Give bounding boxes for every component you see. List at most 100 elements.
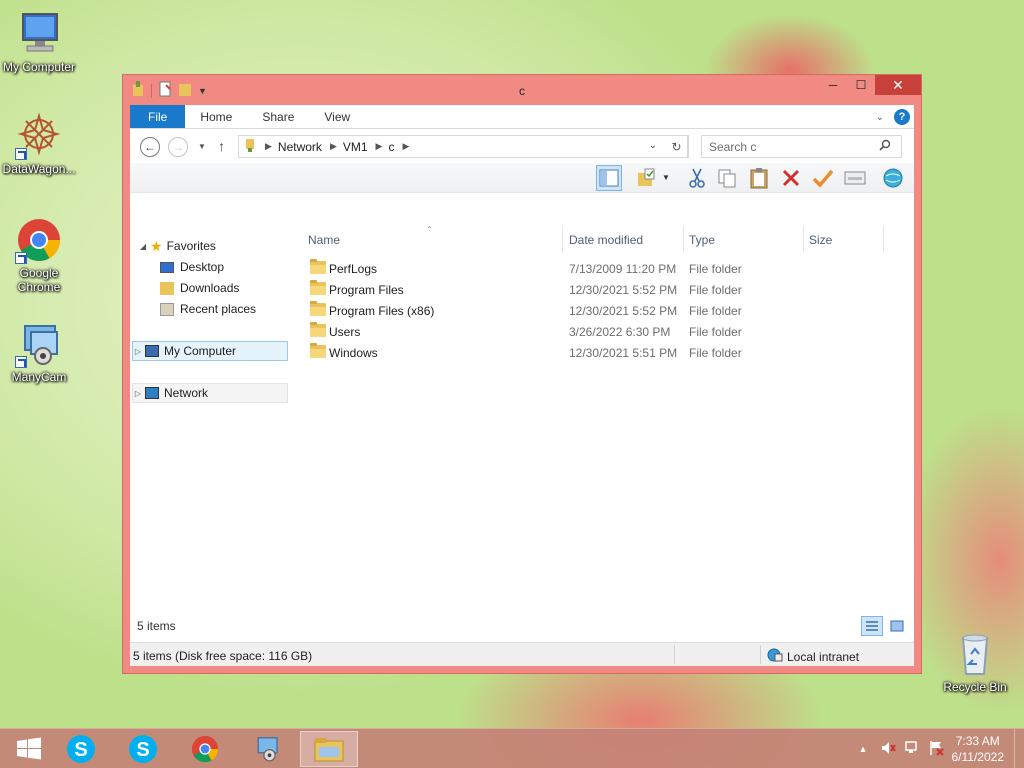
help-icon[interactable]: ? — [894, 109, 910, 125]
datawagon-icon — [15, 112, 63, 160]
svg-text:S: S — [136, 739, 149, 761]
taskbar-skype-1[interactable]: S — [52, 731, 110, 767]
column-divider[interactable] — [883, 226, 884, 252]
copy-button[interactable] — [714, 165, 740, 191]
search-icon[interactable] — [879, 139, 891, 154]
table-row[interactable]: PerfLogs 7/13/2009 11:20 PM File folder — [304, 258, 904, 279]
tree-recent-places[interactable]: Recent places — [160, 299, 256, 319]
desktop-icon-my-computer[interactable]: My Computer — [0, 10, 81, 74]
properties-button[interactable] — [842, 165, 868, 191]
breadcrumb-separator-icon[interactable]: ▶ — [265, 141, 272, 152]
taskbar-skype-2[interactable]: S — [114, 731, 172, 767]
address-bar[interactable]: ▶ Network ▶ VM1 ▶ c ▶ ⌄ — [238, 135, 688, 158]
breadcrumb-network[interactable]: Network — [278, 140, 322, 154]
file-name: Program Files (x86) — [329, 304, 435, 318]
tab-file[interactable]: File — [130, 105, 186, 128]
maximize-button[interactable]: ☐ — [847, 75, 875, 95]
details-view-button[interactable] — [861, 616, 883, 636]
tab-home[interactable]: Home — [185, 105, 247, 128]
tree-favorites[interactable]: ◢ ★ Favorites — [138, 236, 216, 256]
file-type: File folder — [689, 283, 742, 297]
computer-icon — [15, 10, 63, 58]
column-header-type[interactable]: Type — [689, 233, 715, 247]
new-folder-toolbar-button[interactable] — [634, 165, 660, 191]
security-zone-label: Local intranet — [787, 649, 860, 664]
table-row[interactable]: Windows 12/30/2021 5:51 PM File folder — [304, 342, 904, 363]
system-tray: ▲ 7:33 AM 6/11/2022 — [859, 729, 1024, 768]
tab-view[interactable]: View — [309, 105, 365, 128]
tree-downloads[interactable]: Downloads — [160, 278, 239, 298]
folder-icon — [310, 301, 326, 316]
collapse-arrow-icon[interactable]: ◢ — [138, 242, 148, 251]
window-title: c — [519, 84, 525, 98]
column-divider[interactable] — [803, 226, 804, 252]
manycam-icon — [15, 320, 63, 368]
item-count: 5 items — [137, 619, 176, 633]
paste-button[interactable] — [746, 165, 772, 191]
desktop-icon-manycam[interactable]: ManyCam — [0, 320, 81, 384]
column-divider[interactable] — [683, 226, 684, 252]
minimize-button[interactable]: ─ — [819, 75, 847, 95]
expand-ribbon-icon[interactable]: ⌄ — [876, 112, 884, 123]
desktop-icon-datawagon[interactable]: DataWagon... — [0, 112, 81, 176]
expand-arrow-icon[interactable]: ▷ — [133, 389, 143, 398]
search-input[interactable] — [709, 139, 879, 154]
show-desktop-button[interactable] — [1014, 729, 1024, 768]
volume-muted-icon[interactable] — [880, 740, 896, 759]
table-row[interactable]: Program Files 12/30/2021 5:52 PM File fo… — [304, 279, 904, 300]
globe-icon[interactable] — [880, 165, 906, 191]
taskbar-manycam[interactable] — [238, 731, 296, 767]
title-bar[interactable]: ▼ c ─ ☐ ✕ — [123, 75, 921, 105]
up-arrow-icon[interactable]: ↑ — [218, 138, 225, 154]
tab-share[interactable]: Share — [247, 105, 309, 128]
breadcrumb-vm1[interactable]: VM1 — [343, 140, 368, 154]
breadcrumb-c[interactable]: c — [388, 140, 394, 154]
column-header-name[interactable]: Name — [308, 233, 340, 247]
column-divider[interactable] — [562, 226, 563, 252]
svg-text:S: S — [74, 739, 87, 761]
network-status-icon[interactable] — [904, 740, 920, 759]
rename-check-button[interactable] — [810, 165, 836, 191]
column-header-date-modified[interactable]: Date modified — [569, 233, 643, 247]
desktop-icon-google-chrome[interactable]: Google Chrome — [0, 216, 81, 294]
column-header-size[interactable]: Size — [809, 233, 832, 247]
tree-network[interactable]: ▷ Network — [132, 383, 288, 403]
table-row[interactable]: Users 3/26/2022 6:30 PM File folder — [304, 321, 904, 342]
chevron-down-icon[interactable]: ▼ — [662, 173, 670, 182]
refresh-button[interactable]: ↻ — [665, 135, 689, 158]
folder-icon — [310, 322, 326, 337]
tree-my-computer[interactable]: ▷ My Computer — [132, 341, 288, 361]
security-zone: Local intranet — [767, 648, 859, 665]
chrome-icon — [191, 735, 219, 763]
recent-locations-icon[interactable]: ▼ — [198, 142, 206, 151]
cut-button[interactable] — [684, 165, 710, 191]
delete-button[interactable] — [778, 165, 804, 191]
file-date: 12/30/2021 5:52 PM — [569, 304, 678, 318]
action-center-flag-icon[interactable] — [928, 740, 944, 759]
close-button[interactable]: ✕ — [875, 75, 921, 95]
back-button[interactable]: ← — [140, 137, 160, 157]
skype-icon: S — [67, 735, 95, 763]
clock[interactable]: 7:33 AM 6/11/2022 — [952, 733, 1005, 765]
breadcrumb-separator-icon[interactable]: ▶ — [330, 141, 337, 152]
address-history-chevron-icon[interactable]: ⌄ — [649, 140, 657, 151]
taskbar-file-explorer[interactable] — [300, 731, 358, 767]
breadcrumb-separator-icon[interactable]: ▶ — [376, 141, 383, 152]
file-name: PerfLogs — [329, 262, 378, 276]
desktop-icon-recycle-bin[interactable]: Recycle Bin — [933, 630, 1017, 694]
table-row[interactable]: Program Files (x86) 12/30/2021 5:52 PM F… — [304, 300, 904, 321]
ribbon-tabs: File Home Share View ⌄ ? — [130, 105, 914, 129]
large-icons-view-button[interactable] — [886, 616, 908, 636]
file-name: Users — [329, 325, 361, 339]
chrome-icon — [15, 216, 63, 264]
forward-button[interactable]: → — [168, 137, 188, 157]
breadcrumb-separator-icon[interactable]: ▶ — [402, 141, 409, 152]
start-button[interactable] — [0, 731, 58, 767]
expand-arrow-icon[interactable]: ▷ — [133, 347, 143, 356]
preview-pane-button[interactable] — [596, 165, 622, 191]
taskbar-chrome[interactable] — [176, 731, 234, 767]
file-type: File folder — [689, 304, 742, 318]
tree-desktop[interactable]: Desktop — [160, 257, 224, 277]
show-hidden-icons-chevron-icon[interactable]: ▲ — [859, 744, 868, 754]
file-type: File folder — [689, 325, 742, 339]
